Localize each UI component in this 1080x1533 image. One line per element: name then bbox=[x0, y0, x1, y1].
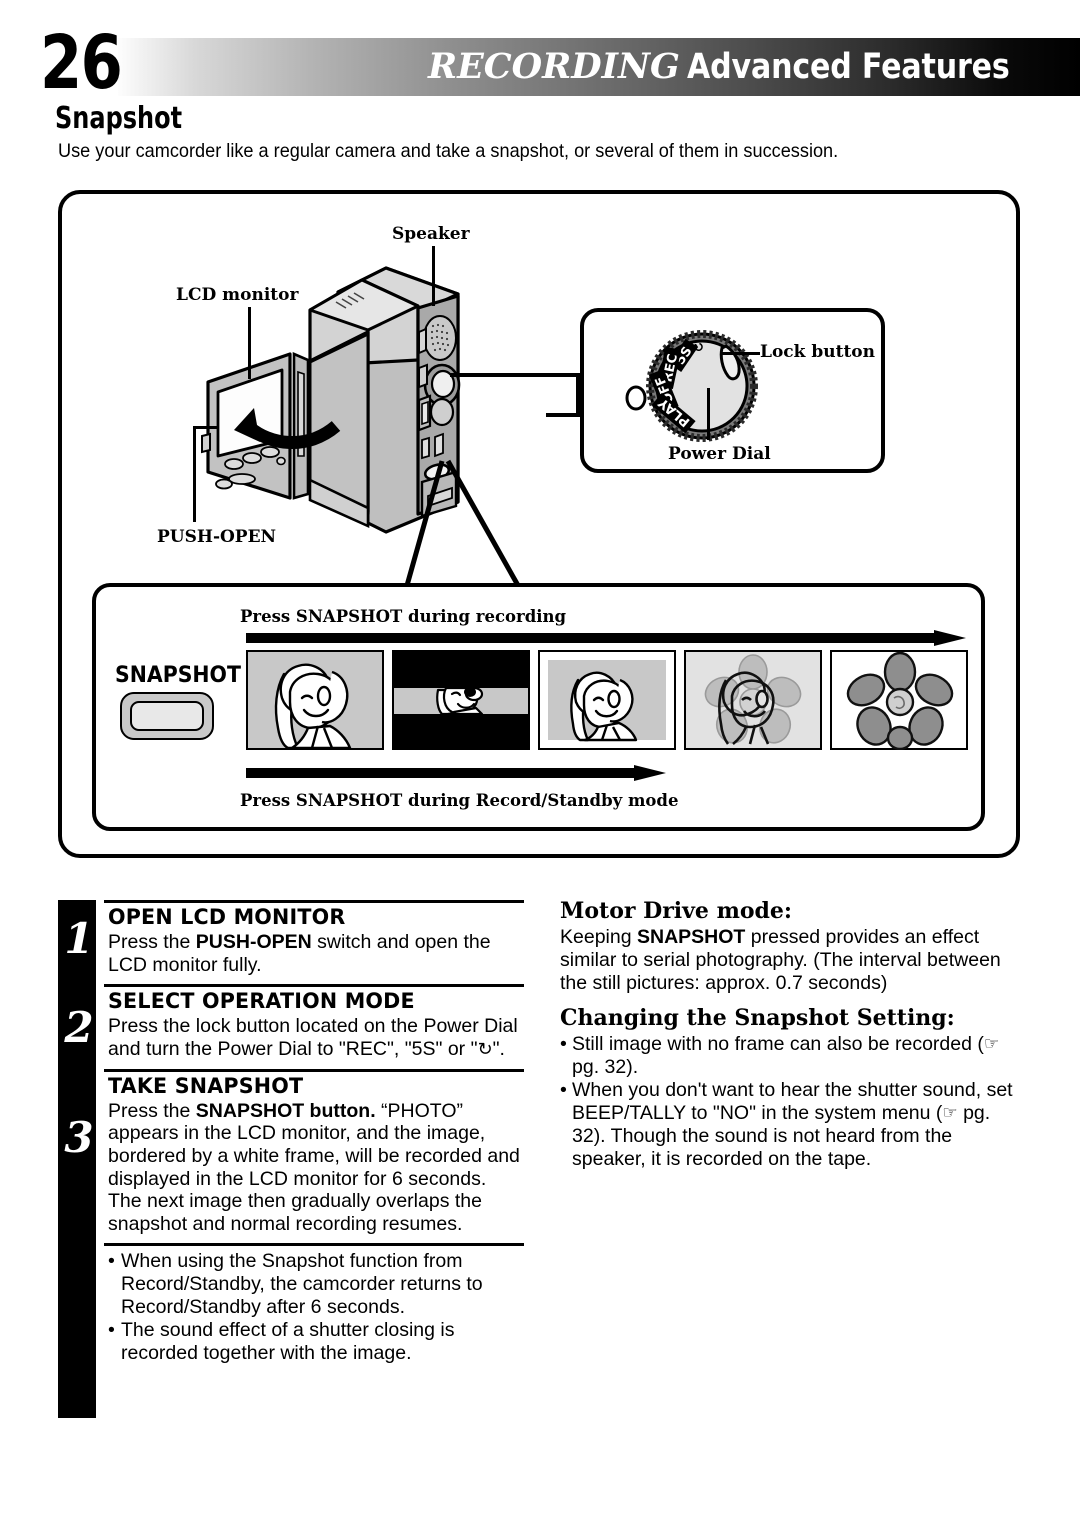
self-timer-icon: ↻ bbox=[477, 1038, 493, 1060]
sequence-caption-bottom: Press SNAPSHOT during Record/Standby mod… bbox=[240, 791, 679, 810]
frame-live-image-woman bbox=[246, 650, 384, 750]
step-body-2-post: ". bbox=[492, 1037, 505, 1060]
left-note-1: When using the Snapshot function from Re… bbox=[121, 1250, 483, 1318]
leader-lock-button bbox=[720, 352, 760, 355]
bullet-dot-icon: • bbox=[560, 1079, 567, 1101]
step-number-2: 2 bbox=[64, 1003, 94, 1052]
leader-push-open-h bbox=[193, 426, 218, 429]
step-body-1-pre: Press the bbox=[108, 931, 196, 953]
header-title: RECORDING Advanced Features bbox=[428, 46, 1062, 87]
sequence-caption-top: Press SNAPSHOT during recording bbox=[240, 607, 567, 626]
header-title-recording: RECORDING bbox=[428, 46, 680, 87]
page-header: 26 RECORDING Advanced Features bbox=[0, 26, 1080, 100]
left-note-2: The sound effect of a shutter closing is… bbox=[121, 1319, 455, 1364]
motor-body-pre: Keeping bbox=[560, 926, 637, 948]
divider bbox=[104, 984, 524, 988]
step-body-1-bold: PUSH-OPEN bbox=[195, 931, 312, 953]
right-note-1-ref: pg. 32). bbox=[572, 1056, 639, 1078]
snapshot-button-inner bbox=[130, 701, 204, 731]
leader-lcd-monitor bbox=[248, 307, 251, 379]
motor-drive-heading: Motor Drive mode: bbox=[560, 898, 793, 924]
step-body-3-bold: SNAPSHOT button. bbox=[195, 1099, 376, 1122]
label-speaker: Speaker bbox=[392, 224, 470, 244]
steps-column: OPEN LCD MONITOR Press the PUSH-OPEN swi… bbox=[104, 900, 524, 1365]
bullet-dot-icon: • bbox=[560, 1033, 567, 1055]
right-column: Motor Drive mode: Keeping SNAPSHOT press… bbox=[560, 898, 1015, 1171]
right-notes-list: • Still image with no frame can also be r… bbox=[560, 1033, 1015, 1171]
step-body-1: Press the PUSH-OPEN switch and open the … bbox=[108, 931, 524, 976]
motor-body-bold: SNAPSHOT bbox=[636, 926, 746, 948]
divider bbox=[104, 900, 524, 903]
label-power-dial: Power Dial bbox=[668, 444, 771, 464]
step-body-3-pre: Press the bbox=[108, 1099, 196, 1122]
frame-snapshot-white-frame-woman bbox=[538, 650, 676, 750]
page-number: 26 bbox=[40, 20, 123, 106]
label-lcd-monitor: LCD monitor bbox=[176, 285, 299, 305]
step-number-3: 3 bbox=[64, 1113, 94, 1162]
label-push-open: PUSH-OPEN bbox=[157, 527, 277, 547]
bullet-dot-icon: • bbox=[108, 1319, 115, 1342]
step-heading-2: SELECT OPERATION MODE bbox=[108, 989, 415, 1015]
divider bbox=[104, 1243, 524, 1247]
right-note-1: Still image with no frame can also be re… bbox=[572, 1033, 1015, 1079]
arrow-right-recording bbox=[246, 630, 966, 646]
snapshot-button-label: SNAPSHOT bbox=[115, 663, 241, 688]
step-body-2: Press the lock button located on the Pow… bbox=[108, 1015, 524, 1060]
step-number-1: 1 bbox=[64, 914, 94, 963]
frame-shutter-closing-bands bbox=[392, 650, 530, 750]
right-note-1-pre: Still image with no frame can also be re… bbox=[572, 1033, 984, 1055]
leader-dial-connector bbox=[450, 373, 580, 377]
frame-dissolve-overlap-woman-flower bbox=[684, 650, 822, 750]
intro-paragraph: Use your camcorder like a regular camera… bbox=[58, 140, 839, 162]
list-item: • Still image with no frame can also be r… bbox=[560, 1033, 1015, 1079]
frame-live-image-flower bbox=[830, 650, 968, 750]
snapshot-button[interactable] bbox=[120, 692, 214, 740]
leader-dial-connector-3 bbox=[546, 413, 580, 417]
right-note-2: When you don't want to hear the shutter … bbox=[572, 1079, 1015, 1171]
step-heading-1: OPEN LCD MONITOR bbox=[108, 905, 346, 930]
leader-snapshot-button-lines bbox=[403, 459, 523, 591]
motor-drive-body: Keeping SNAPSHOT pressed provides an eff… bbox=[560, 926, 1015, 995]
list-item: • When using the Snapshot function from R… bbox=[108, 1250, 524, 1318]
left-notes-list: • When using the Snapshot function from R… bbox=[108, 1250, 524, 1364]
list-item: • The sound effect of a shutter closing i… bbox=[108, 1319, 524, 1364]
step-heading-3: TAKE SNAPSHOT bbox=[108, 1073, 304, 1099]
page-title: Snapshot bbox=[55, 101, 183, 136]
label-lock-button: Lock button bbox=[760, 342, 875, 362]
bullet-dot-icon: • bbox=[108, 1250, 115, 1273]
pointing-hand-icon: ☞ bbox=[942, 1103, 958, 1123]
list-item: • When you don't want to hear the shutter… bbox=[560, 1079, 1015, 1171]
changing-setting-heading: Changing the Snapshot Setting: bbox=[560, 1005, 955, 1031]
leader-power-dial bbox=[707, 388, 710, 440]
leader-push-open-v bbox=[193, 426, 196, 522]
arrow-right-record-standby bbox=[246, 765, 666, 781]
header-title-advanced: Advanced Features bbox=[686, 47, 1010, 87]
leader-dial-connector-2 bbox=[576, 373, 580, 415]
leader-speaker bbox=[432, 246, 435, 306]
step-body-2-pre: Press the lock button located on the Pow… bbox=[108, 1015, 518, 1060]
divider bbox=[104, 1068, 524, 1072]
pointing-hand-icon: ☞ bbox=[983, 1034, 1000, 1054]
step-body-3: Press the SNAPSHOT button. “PHOTO” appea… bbox=[108, 1100, 524, 1236]
